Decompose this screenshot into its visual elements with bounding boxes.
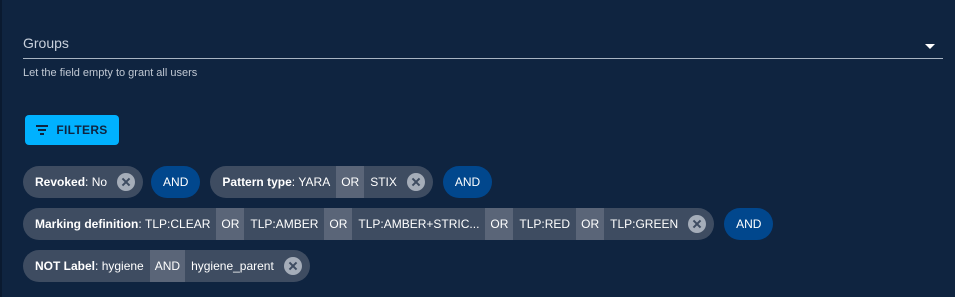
- and-connector[interactable]: AND: [724, 208, 774, 240]
- filter-value: hygiene_parent: [191, 259, 274, 273]
- remove-filter-icon[interactable]: [684, 208, 714, 240]
- and-connector[interactable]: AND: [151, 166, 201, 198]
- dropdown-arrow-icon[interactable]: [925, 44, 935, 49]
- filter-value: TLP:AMBER+STRIC...: [358, 217, 480, 231]
- filters-button[interactable]: FILTERS: [25, 115, 119, 145]
- filter-value: TLP:GREEN: [610, 217, 679, 231]
- filter-chip-pattern-type[interactable]: Pattern type: YARA OR STIX: [210, 166, 433, 198]
- filter-chip-revoked[interactable]: Revoked: No: [23, 166, 144, 198]
- or-operator[interactable]: OR: [324, 208, 353, 240]
- filter-value: TLP:CLEAR: [145, 217, 211, 231]
- filter-row-3: NOT Label: hygiene AND hygiene_parent: [23, 250, 310, 282]
- remove-filter-icon[interactable]: [280, 250, 310, 282]
- filter-list-icon: [36, 125, 49, 135]
- groups-field-helper-text: Let the field empty to grant all users: [23, 67, 198, 79]
- or-operator[interactable]: OR: [216, 208, 245, 240]
- filter-chip-not-label[interactable]: NOT Label: hygiene AND hygiene_parent: [23, 250, 310, 282]
- left-border: [0, 0, 2, 297]
- filters-button-label: FILTERS: [56, 123, 108, 137]
- filter-row-2: Marking definition: TLP:CLEAR OR TLP:AMB…: [23, 208, 774, 240]
- or-operator[interactable]: OR: [576, 208, 605, 240]
- filter-value: hygiene: [101, 259, 144, 273]
- filter-key: Revoked: [35, 175, 86, 189]
- filter-row-1: Revoked: No AND Pattern type: YARA OR ST…: [23, 166, 493, 198]
- filter-value: YARA: [298, 175, 331, 189]
- filter-value: No: [91, 175, 108, 189]
- filter-key: NOT Label: [35, 259, 96, 273]
- or-operator[interactable]: OR: [485, 208, 514, 240]
- groups-field-label: Groups: [23, 35, 69, 51]
- filter-value: STIX: [370, 175, 397, 189]
- filter-value: TLP:AMBER: [250, 217, 319, 231]
- filter-value: TLP:RED: [519, 217, 571, 231]
- remove-filter-icon[interactable]: [403, 166, 433, 198]
- remove-filter-icon[interactable]: [113, 166, 143, 198]
- filter-chip-marking-definition[interactable]: Marking definition: TLP:CLEAR OR TLP:AMB…: [23, 208, 715, 240]
- and-operator[interactable]: AND: [149, 250, 186, 282]
- and-connector[interactable]: AND: [442, 166, 493, 198]
- groups-field[interactable]: Groups: [23, 30, 943, 59]
- filter-key: Marking definition: [35, 217, 139, 231]
- or-operator[interactable]: OR: [336, 166, 365, 198]
- filter-key: Pattern type: [222, 175, 292, 189]
